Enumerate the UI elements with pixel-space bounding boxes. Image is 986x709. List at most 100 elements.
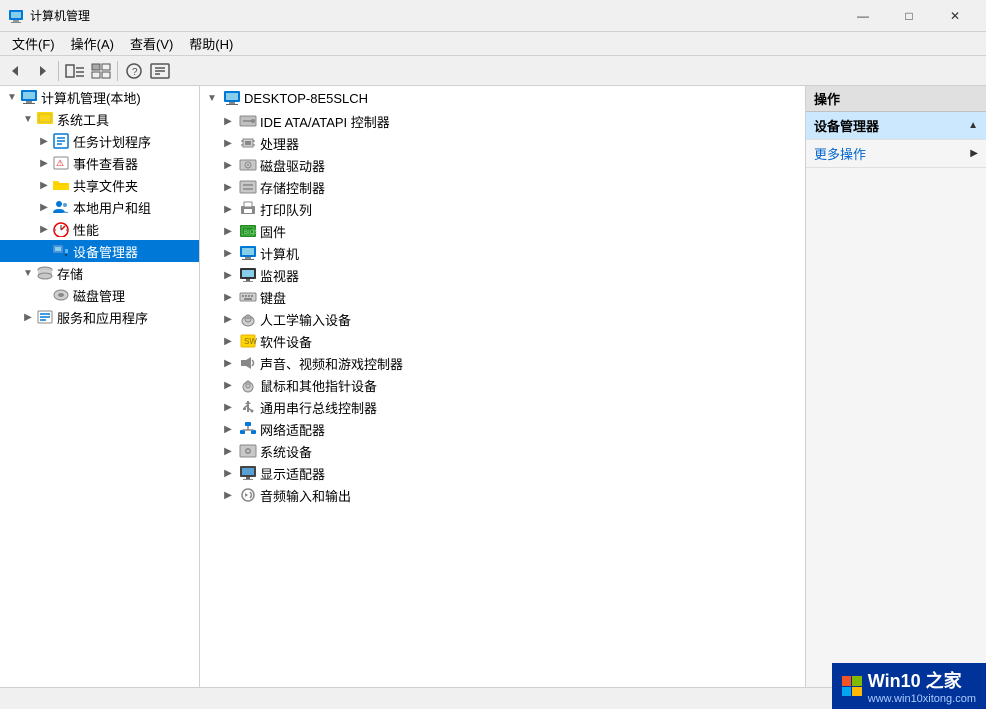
services-label: 服务和应用程序 <box>57 308 199 327</box>
actions-title: 操作 <box>814 89 840 108</box>
system-tools-label: 系统工具 <box>57 110 199 129</box>
watermark-text-block: Win10 之家 www.win10xitong.com <box>868 667 976 705</box>
root-computer-icon <box>20 88 38 106</box>
device-display[interactable]: ▶ 显示适配器 <box>200 462 805 484</box>
device-label-storage_ctrl: 存储控制器 <box>260 178 325 197</box>
device-expand-audio_io: ▶ <box>220 490 236 501</box>
device-network[interactable]: ▶网络适配器 <box>200 418 805 440</box>
action-items-list: 设备管理器▲更多操作▶ <box>806 112 986 168</box>
device-label-display: 显示适配器 <box>260 464 325 483</box>
device-label-audio_io: 音频输入和输出 <box>260 486 351 505</box>
task-icon <box>52 132 70 150</box>
device-monitor[interactable]: ▶监视器 <box>200 264 805 286</box>
action-item-1[interactable]: 更多操作▶ <box>806 140 986 168</box>
back-button[interactable] <box>4 59 28 83</box>
device-label-keyboard: 键盘 <box>260 288 286 307</box>
show-hide-tree[interactable] <box>63 59 87 83</box>
tree-disk-management[interactable]: 磁盘管理 <box>0 284 199 306</box>
device-expand-storage_ctrl: ▶ <box>220 182 236 193</box>
device-list: ▶IDE ATA/ATAPI 控制器▶处理器▶磁盘驱动器▶存储控制器▶打印队列▶… <box>200 110 805 506</box>
root-expand-icon: ▼ <box>4 89 20 105</box>
device-expand-hid: ▶ <box>220 314 236 325</box>
audio_io-icon <box>239 486 257 504</box>
view-toggle[interactable] <box>89 59 113 83</box>
center-panel: ▼ DESKTOP-8E5SLCH ▶IDE ATA/ATAPI 控制器▶处理器… <box>200 86 806 687</box>
device-storage_ctrl[interactable]: ▶ 存储控制器 <box>200 176 805 198</box>
device-keyboard[interactable]: ▶ 键盘 <box>200 286 805 308</box>
tree-shared-folders[interactable]: ▶ 共享文件夹 <box>0 174 199 196</box>
device-audio_io[interactable]: ▶ 音频输入和输出 <box>200 484 805 506</box>
device-ide[interactable]: ▶IDE ATA/ATAPI 控制器 <box>200 110 805 132</box>
device-software[interactable]: ▶SW软件设备 <box>200 330 805 352</box>
device-label-system: 系统设备 <box>260 442 312 461</box>
device-print[interactable]: ▶打印队列 <box>200 198 805 220</box>
tree-event-viewer[interactable]: ▶ ⚠ 事件查看器 <box>0 152 199 174</box>
device-computer[interactable]: ▶计算机 <box>200 242 805 264</box>
storage_ctrl-icon <box>239 178 257 196</box>
watermark: Win10 之家 www.win10xitong.com <box>832 663 986 709</box>
menu-bar: 文件(F) 操作(A) 查看(V) 帮助(H) <box>0 32 986 56</box>
maximize-button[interactable]: □ <box>886 0 932 32</box>
services-icon <box>36 308 54 326</box>
network-icon <box>239 420 257 438</box>
sound-icon <box>239 354 257 372</box>
mouse-icon <box>239 376 257 394</box>
menu-view[interactable]: 查看(V) <box>122 32 181 55</box>
device-mouse[interactable]: ▶鼠标和其他指针设备 <box>200 374 805 396</box>
device-expand-keyboard: ▶ <box>220 292 236 303</box>
device-cpu[interactable]: ▶处理器 <box>200 132 805 154</box>
tree-task-scheduler[interactable]: ▶ 任务计划程序 <box>0 130 199 152</box>
help-button[interactable]: ? <box>122 59 146 83</box>
shared-label: 共享文件夹 <box>73 176 199 195</box>
tree-local-users[interactable]: ▶ 本地用户和组 <box>0 196 199 218</box>
storage-label: 存储 <box>57 264 199 283</box>
menu-action[interactable]: 操作(A) <box>63 32 122 55</box>
local-users-label: 本地用户和组 <box>73 198 199 217</box>
shared-folder-icon <box>52 176 70 194</box>
print-icon <box>239 200 257 218</box>
device-label-hid: 人工学输入设备 <box>260 310 351 329</box>
device-firmware[interactable]: ▶BIOS固件 <box>200 220 805 242</box>
services-expand-icon: ▶ <box>20 309 36 325</box>
computer-icon <box>239 244 257 262</box>
menu-file[interactable]: 文件(F) <box>4 32 63 55</box>
action-label-0: 设备管理器 <box>814 116 879 135</box>
tree-performance[interactable]: ▶ 性能 <box>0 218 199 240</box>
device-sound[interactable]: ▶声音、视频和游戏控制器 <box>200 352 805 374</box>
tree-services[interactable]: ▶ 服务和应用程序 <box>0 306 199 328</box>
center-root[interactable]: ▼ DESKTOP-8E5SLCH <box>200 86 805 110</box>
perf-icon <box>52 220 70 238</box>
monitor-icon <box>239 266 257 284</box>
tree-storage[interactable]: ▼ 存储 <box>0 262 199 284</box>
window-controls: — □ ✕ <box>840 0 978 32</box>
center-root-label: DESKTOP-8E5SLCH <box>244 91 368 106</box>
event-icon: ⚠ <box>52 154 70 172</box>
tree-root[interactable]: ▼ 计算机管理(本地) <box>0 86 199 108</box>
info-button[interactable] <box>148 59 172 83</box>
toolbar: ? <box>0 56 986 86</box>
action-item-0[interactable]: 设备管理器▲ <box>806 112 986 140</box>
action-arrow-1: ▶ <box>970 148 978 159</box>
device-expand-display: ▶ <box>220 468 236 479</box>
tree-device-manager[interactable]: 设备管理器 ← <box>0 240 199 262</box>
event-expand-icon: ▶ <box>36 155 52 171</box>
device-mgr-label: 设备管理器 <box>73 242 199 261</box>
tree-system-tools[interactable]: ▼ 系统工具 <box>0 108 199 130</box>
device-usb[interactable]: ▶通用串行总线控制器 <box>200 396 805 418</box>
device-system[interactable]: ▶系统设备 <box>200 440 805 462</box>
svg-text:SW: SW <box>244 337 257 346</box>
task-label: 任务计划程序 <box>73 132 199 151</box>
firmware-icon: BIOS <box>239 222 257 240</box>
device-label-cpu: 处理器 <box>260 134 299 153</box>
minimize-button[interactable]: — <box>840 0 886 32</box>
toolbar-separator-1 <box>58 61 59 81</box>
close-button[interactable]: ✕ <box>932 0 978 32</box>
menu-help[interactable]: 帮助(H) <box>181 32 241 55</box>
right-panel: 操作 设备管理器▲更多操作▶ <box>806 86 986 687</box>
forward-button[interactable] <box>30 59 54 83</box>
disk-mgmt-label: 磁盘管理 <box>73 286 199 305</box>
app-icon <box>8 8 24 24</box>
device-expand-computer: ▶ <box>220 248 236 259</box>
device-disk[interactable]: ▶磁盘驱动器 <box>200 154 805 176</box>
device-hid[interactable]: ▶ 人工学输入设备 <box>200 308 805 330</box>
